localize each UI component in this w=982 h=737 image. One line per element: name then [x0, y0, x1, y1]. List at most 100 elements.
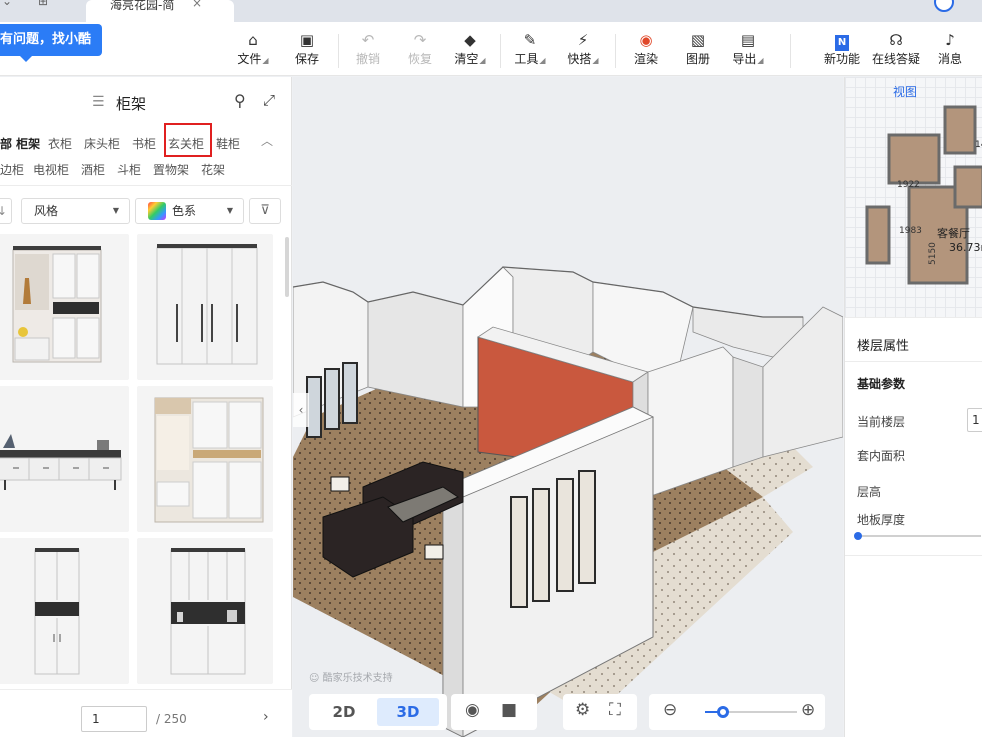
3d-viewport[interactable]: ‹ ☺ 酷家乐技术支持 2D 3D ◉ ■ ⚙ ⛶ ⊖ ⊕	[293, 77, 843, 737]
product-card[interactable]	[137, 234, 273, 380]
cube-icon[interactable]: ■	[501, 700, 517, 720]
category-chest[interactable]: 斗柜	[117, 161, 141, 178]
properties-panel: 视图 1922 1983 5150 客餐厅 36.73m 14 楼层属性 基础参…	[844, 77, 982, 737]
chevron-up-icon[interactable]: ︿	[261, 132, 273, 149]
product-card[interactable]	[0, 538, 129, 684]
image-icon: ▧	[690, 31, 706, 49]
search-icon[interactable]: ⚲	[234, 91, 246, 110]
slab-thickness-knob[interactable]	[854, 532, 862, 540]
fit-view-icon[interactable]: ⛶	[609, 700, 621, 720]
browser-tab[interactable]: 海亮花园-简 ×	[86, 0, 234, 22]
minimap-dim-label: 1922	[897, 180, 920, 190]
category-nightstand[interactable]: 床头柜	[84, 135, 120, 152]
dropdown-arrow-icon: ▼	[112, 206, 119, 215]
catalog-scrollbar[interactable]	[285, 237, 289, 297]
minimap-room-name: 客餐厅	[937, 226, 970, 240]
product-card[interactable]	[137, 386, 273, 532]
style-filter-dropdown[interactable]: 风格 ▼	[21, 198, 130, 224]
mode-3d-button[interactable]: 3D	[377, 698, 439, 726]
zoom-slider-knob[interactable]	[717, 706, 729, 718]
minimap-dim-label: 1983	[899, 226, 922, 236]
3d-floorplan-scene	[293, 266, 843, 737]
bell-icon: ♪	[945, 31, 955, 49]
slab-thickness-slider[interactable]	[854, 532, 981, 540]
camera-settings-icon[interactable]: ⚙	[575, 700, 590, 720]
main-toolbar: ⌂ 文件◢ ▣ 保存 ↶ 撤销 ↷ 恢复 ◆ 清空◢ ✎ 工具◢ ⚡ 快搭◢ ◉…	[0, 22, 982, 76]
view-mode-toggle: 2D 3D	[309, 694, 447, 730]
save-button[interactable]: ▣ 保存	[285, 30, 329, 67]
category-shoe-cabinet[interactable]: 鞋柜	[216, 135, 240, 152]
messages-label: 消息	[937, 52, 962, 66]
sort-button[interactable]: ↓	[0, 198, 12, 224]
caret-icon: ◢	[539, 56, 546, 65]
app-grid-icon[interactable]: ⊞	[38, 0, 48, 8]
file-menu-button[interactable]: ⌂ 文件◢	[231, 30, 275, 67]
album-label: 图册	[685, 52, 710, 66]
render-icon: ◉	[639, 31, 653, 49]
file-icon: ⌂	[248, 31, 258, 49]
floor-properties-title: 楼层属性	[857, 339, 910, 354]
category-tv-cabinet[interactable]: 电视柜	[33, 161, 69, 178]
export-button[interactable]: ▤ 导出◢	[726, 30, 770, 67]
category-wardrobe[interactable]: 衣柜	[48, 135, 72, 152]
color-swatch-icon	[148, 202, 166, 220]
toolbar-divider	[790, 34, 791, 68]
quick-build-button[interactable]: ⚡ 快搭◢	[561, 30, 605, 67]
category-bookcase[interactable]: 书柜	[132, 135, 156, 152]
minimap-room-area: 36.73m	[949, 241, 982, 254]
page-number-input[interactable]	[81, 706, 147, 732]
catalog-panel: ☰ 柜架 ⚲ ⤢ 部 柜架 衣柜 床头柜 书柜 玄关柜 鞋柜 边柜 电视柜 酒柜…	[0, 77, 292, 737]
basic-params-title: 基础参数	[857, 377, 906, 391]
close-icon[interactable]: ×	[192, 0, 202, 9]
kujiale-logo-icon: ☺	[309, 673, 320, 684]
cabinet-thumbnail	[154, 397, 264, 523]
redo-button[interactable]: ↷ 恢复	[398, 30, 442, 67]
category-shelf[interactable]: 置物架	[153, 161, 189, 178]
mode-2d-button[interactable]: 2D	[313, 698, 375, 726]
tools-label: 工具	[514, 52, 539, 66]
new-features-label: 新功能	[823, 52, 860, 66]
messages-button[interactable]: ♪ 消息	[928, 30, 972, 67]
category-sideboard[interactable]: 边柜	[0, 161, 24, 178]
color-filter-dropdown[interactable]: 色系 ▼	[135, 198, 244, 224]
redo-label: 恢复	[407, 52, 432, 66]
zoom-slider[interactable]	[705, 706, 797, 718]
product-card[interactable]	[137, 538, 273, 684]
zoom-out-icon[interactable]: ⊖	[663, 700, 677, 720]
minimap[interactable]: 视图 1922 1983 5150 客餐厅 36.73m 14	[845, 77, 982, 317]
cabinet-thumbnail	[34, 548, 80, 675]
product-card[interactable]	[0, 234, 129, 380]
album-button[interactable]: ▧ 图册	[676, 30, 720, 67]
advanced-filter-button[interactable]: ⊽	[249, 198, 281, 224]
help-bubble[interactable]: 有问题，找小酷	[0, 24, 102, 62]
new-features-button[interactable]: N 新功能	[820, 30, 864, 67]
display-tools: ◉ ■	[451, 694, 537, 730]
render-button[interactable]: ◉ 渲染	[624, 30, 668, 67]
expand-icon[interactable]: ⤢	[263, 91, 275, 109]
tools-menu-button[interactable]: ✎ 工具◢	[508, 30, 552, 67]
category-plant-stand[interactable]: 花架	[201, 161, 225, 178]
minimap-dim-label: 5150	[928, 242, 938, 265]
next-page-icon[interactable]: ›	[263, 709, 269, 725]
undo-button[interactable]: ↶ 撤销	[346, 30, 390, 67]
shield-icon[interactable]	[934, 0, 954, 12]
current-floor-field[interactable]: 1	[967, 408, 982, 432]
page-total: / 250	[156, 712, 187, 726]
redo-icon: ↷	[413, 31, 427, 49]
category-all[interactable]: 部 柜架	[0, 135, 40, 152]
product-card[interactable]	[0, 386, 129, 532]
clear-button[interactable]: ◆ 清空◢	[448, 30, 492, 67]
caret-icon: ◢	[592, 56, 599, 65]
eye-icon[interactable]: ◉	[465, 700, 480, 720]
chevron-down-icon[interactable]: ⌄	[2, 0, 12, 8]
save-label: 保存	[294, 52, 319, 66]
online-help-button[interactable]: ☊ 在线答疑	[872, 30, 920, 67]
category-wine-cabinet[interactable]: 酒柜	[81, 161, 105, 178]
caret-icon: ◢	[262, 56, 269, 65]
online-help-label: 在线答疑	[872, 52, 921, 66]
zoom-in-icon[interactable]: ⊕	[801, 700, 815, 720]
quick-label: 快搭	[567, 52, 592, 66]
collapse-panel-handle[interactable]: ‹	[293, 393, 309, 427]
save-icon: ▣	[299, 31, 315, 49]
pagination: / 250 ›	[0, 689, 292, 737]
